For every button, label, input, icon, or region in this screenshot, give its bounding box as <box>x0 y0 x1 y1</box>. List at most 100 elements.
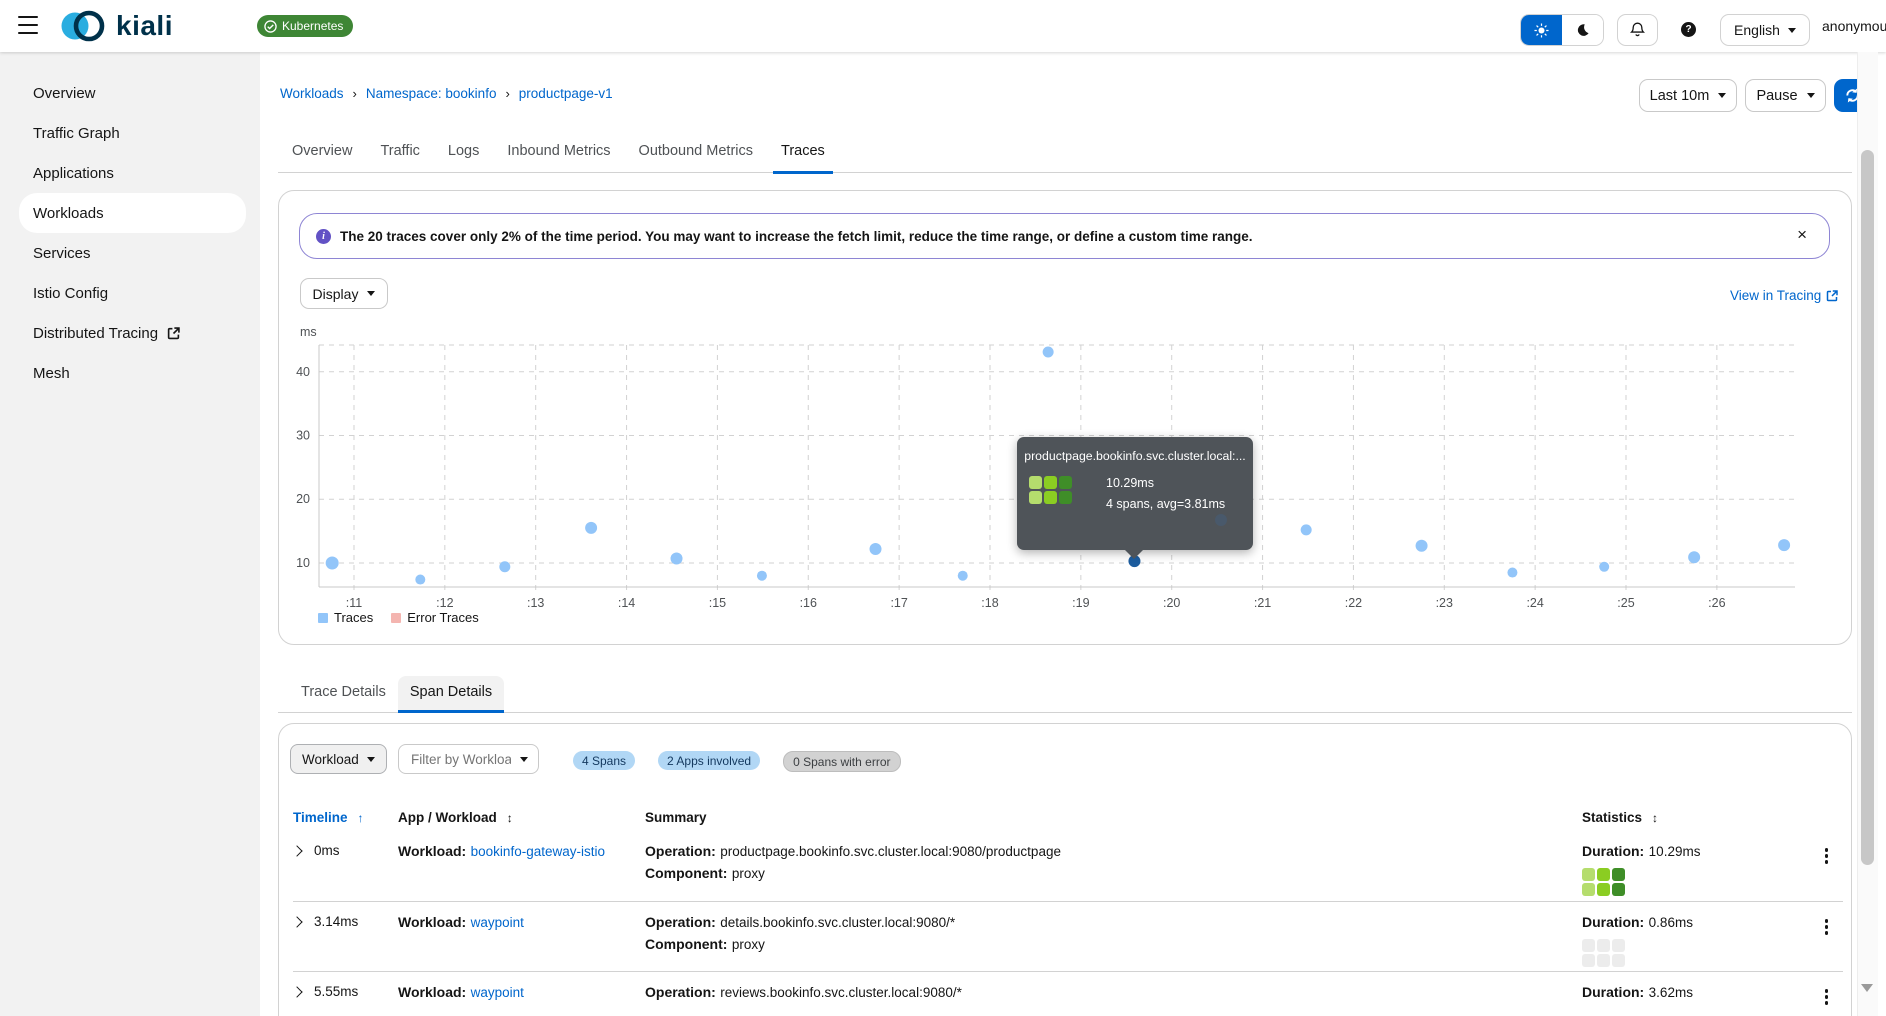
legend-swatch <box>391 613 401 623</box>
duration-label: Duration: <box>1582 914 1644 930</box>
breadcrumb-item[interactable]: Workloads <box>280 86 344 101</box>
expand-chevron-icon[interactable] <box>291 916 302 927</box>
column-header-timeline[interactable]: Timeline↑ <box>293 810 398 825</box>
svg-text::13: :13 <box>527 596 544 610</box>
user-menu[interactable]: anonymous <box>1822 18 1886 34</box>
chevron-down-icon <box>1718 93 1726 98</box>
sun-icon <box>1534 23 1549 38</box>
tab-span-details[interactable]: Span Details <box>398 676 504 712</box>
sidebar-item-traffic-graph[interactable]: Traffic Graph <box>19 113 246 153</box>
language-value: English <box>1734 22 1780 38</box>
light-theme-button[interactable] <box>1521 15 1562 45</box>
time-range-dropdown[interactable]: Last 10m <box>1639 79 1737 112</box>
sidebar-item-label: Overview <box>33 85 96 102</box>
sidebar-item-services[interactable]: Services <box>19 233 246 273</box>
duration-value: 0.86ms <box>1649 915 1693 930</box>
svg-text::17: :17 <box>890 596 907 610</box>
component-label: Component: <box>645 936 727 952</box>
tab-overview[interactable]: Overview <box>292 143 352 172</box>
external-link-icon <box>1826 290 1838 302</box>
operation-label: Operation: <box>645 984 716 1000</box>
chevron-down-icon <box>1788 28 1796 33</box>
trace-point[interactable] <box>1416 540 1428 552</box>
kebab-menu-icon[interactable] <box>1810 914 1843 935</box>
sort-icon[interactable]: ↕ <box>1652 811 1658 825</box>
sidebar-item-label: Workloads <box>33 205 104 222</box>
kebab-menu-icon[interactable] <box>1810 843 1843 864</box>
workload-filter <box>398 744 539 774</box>
trace-point[interactable] <box>585 522 597 534</box>
view-in-tracing-link[interactable]: View in Tracing <box>1730 288 1838 303</box>
help-icon[interactable]: ? <box>1681 22 1696 37</box>
sidebar-item-applications[interactable]: Applications <box>19 153 246 193</box>
refresh-interval-dropdown[interactable]: Pause <box>1745 79 1826 112</box>
filter-type-select[interactable]: Workload <box>290 744 387 774</box>
sidebar-item-istio-config[interactable]: Istio Config <box>19 273 246 313</box>
notifications-button[interactable] <box>1617 14 1658 46</box>
tab-traces[interactable]: Traces <box>781 143 825 172</box>
trace-point[interactable] <box>958 571 968 581</box>
expand-chevron-icon[interactable] <box>291 986 302 997</box>
trace-detail-tabs: Trace DetailsSpan Details <box>278 676 1852 713</box>
trace-point[interactable] <box>757 571 767 581</box>
svg-text:20: 20 <box>296 492 310 506</box>
trace-point[interactable] <box>415 575 425 585</box>
workload-link[interactable]: waypoint <box>471 985 524 1000</box>
workload-label: Workload: <box>398 914 466 930</box>
expand-chevron-icon[interactable] <box>291 845 302 856</box>
kebab-menu-icon[interactable] <box>1810 984 1843 1005</box>
spans-table: Timeline↑ App / Workload↕ Summary Statis… <box>293 810 1843 1016</box>
duration-label: Duration: <box>1582 984 1644 1000</box>
scrollbar-thumb[interactable] <box>1861 150 1874 865</box>
sort-icon[interactable]: ↕ <box>507 811 513 825</box>
duration-label: Duration: <box>1582 843 1644 859</box>
display-dropdown[interactable]: Display <box>300 278 388 309</box>
column-header-statistics[interactable]: Statistics↕ <box>1582 810 1810 825</box>
svg-text::14: :14 <box>618 596 635 610</box>
trace-point-dimmed[interactable] <box>1215 514 1227 526</box>
trace-point[interactable] <box>671 553 683 565</box>
tab-inbound-metrics[interactable]: Inbound Metrics <box>507 143 610 172</box>
masthead: kiali Kubernetes <box>0 0 1886 52</box>
sort-asc-icon[interactable]: ↑ <box>358 811 364 825</box>
trace-point[interactable] <box>870 543 882 555</box>
scrollbar-down-arrow[interactable] <box>1861 984 1873 992</box>
brand-name: kiali <box>116 10 173 42</box>
legend-item[interactable]: Traces <box>318 610 373 625</box>
workload-link[interactable]: bookinfo-gateway-istio <box>471 844 605 859</box>
trace-point[interactable] <box>1043 347 1054 358</box>
tab-traffic[interactable]: Traffic <box>380 143 419 172</box>
dark-theme-button[interactable] <box>1562 15 1603 45</box>
trace-point[interactable] <box>1778 539 1790 551</box>
trace-point[interactable] <box>1599 562 1609 572</box>
tab-outbound-metrics[interactable]: Outbound Metrics <box>639 143 753 172</box>
close-icon[interactable]: × <box>1797 226 1807 243</box>
tab-trace-details[interactable]: Trace Details <box>289 676 398 712</box>
trace-point[interactable] <box>1301 524 1312 535</box>
span-summary-badges: 4 Spans2 Apps involved0 Spans with error <box>573 751 901 772</box>
sidebar-item-distributed-tracing[interactable]: Distributed Tracing <box>19 313 246 353</box>
trace-point[interactable] <box>1507 568 1517 578</box>
tab-logs[interactable]: Logs <box>448 143 479 172</box>
status-badge: 0 Spans with error <box>783 751 900 772</box>
legend-item[interactable]: Error Traces <box>391 610 479 625</box>
tooltip-title: productpage.bookinfo.svc.cluster.local:.… <box>1017 437 1253 463</box>
workload-link[interactable]: waypoint <box>471 915 524 930</box>
menu-toggle-button[interactable] <box>18 16 38 34</box>
breadcrumb-item[interactable]: Namespace: bookinfo <box>366 86 497 101</box>
language-dropdown[interactable]: English <box>1720 14 1810 46</box>
column-header-app-workload[interactable]: App / Workload↕ <box>398 810 645 825</box>
trace-point[interactable] <box>499 561 510 572</box>
trace-point[interactable] <box>1688 551 1700 563</box>
sidebar-item-mesh[interactable]: Mesh <box>19 353 246 393</box>
sidebar-item-overview[interactable]: Overview <box>19 73 246 113</box>
tooltip-caret <box>1125 550 1143 559</box>
svg-text::19: :19 <box>1072 596 1089 610</box>
svg-text::25: :25 <box>1617 596 1634 610</box>
breadcrumb-item[interactable]: productpage-v1 <box>519 86 613 101</box>
trace-point[interactable] <box>326 556 339 569</box>
sidebar-item-workloads[interactable]: Workloads <box>19 193 246 233</box>
page-scrollbar[interactable] <box>1857 52 1878 1016</box>
component-value: proxy <box>732 937 765 952</box>
workload-filter-input[interactable] <box>409 751 513 768</box>
